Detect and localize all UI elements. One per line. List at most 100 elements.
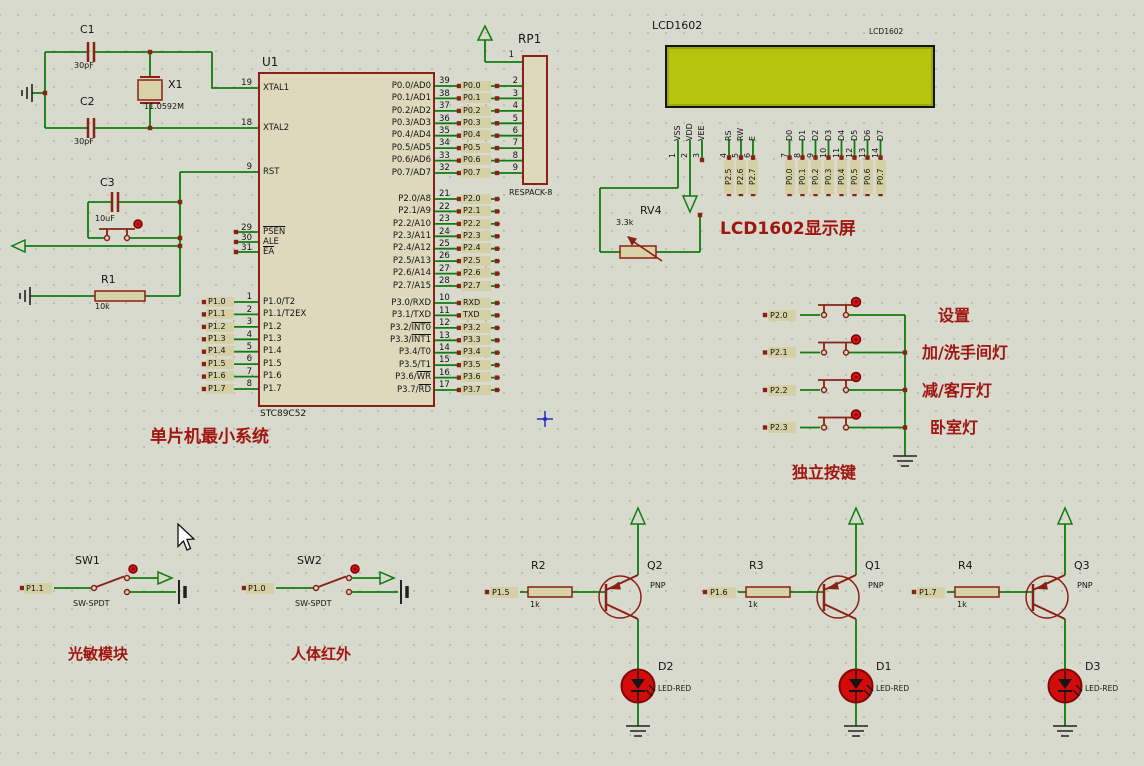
d2-led xyxy=(622,670,656,703)
lcd-pwr-pin-names: VSSVDDVEE xyxy=(672,111,708,141)
rv4-ref: RV4 xyxy=(640,205,662,216)
net-label-p2-0: P2.0 xyxy=(768,310,796,321)
lcd-inner-label: LCD1602 xyxy=(869,28,903,36)
d1-led xyxy=(840,670,874,703)
q2-transistor xyxy=(599,575,641,619)
c2-value: 30pF xyxy=(74,138,94,146)
mcu-p0-pin-names: P0.0/AD0P0.1/AD1P0.2/AD2P0.3/AD3P0.4/AD4… xyxy=(300,80,431,179)
r3-ref: R3 xyxy=(749,560,764,571)
power-up-arrow-icon xyxy=(478,26,492,40)
p2-net-labels: P2.0P2.1P2.2P2.3P2.4P2.5P2.6P2.7 xyxy=(461,193,491,292)
p3-net-labels: RXDTXDP3.2P3.3P3.4P3.5P3.6P3.7 xyxy=(461,297,491,396)
lcd-data-pin-nums: 7891011121314 xyxy=(778,143,882,158)
pot-body xyxy=(620,246,656,258)
d2-type: LED-RED xyxy=(658,685,691,693)
net-label-p1-0: P1.0 xyxy=(246,583,274,594)
ground-icon xyxy=(893,456,917,466)
ground-down-arrow-icon xyxy=(683,196,697,212)
resistor-r1-body xyxy=(95,291,145,301)
respack-ref: RP1 xyxy=(518,33,541,45)
lcd-ctl-pin-nums: 456 xyxy=(718,143,754,158)
q3-transistor xyxy=(1026,575,1068,619)
lcd-pwr-pin-nums: 123 xyxy=(667,143,703,158)
sw2-ref: SW2 xyxy=(297,555,322,566)
resistor-r2-body xyxy=(528,587,572,597)
net-label-p2-2: P2.2 xyxy=(768,385,796,396)
capacitor-c2-icon xyxy=(88,118,94,138)
power-left-arrow-icon xyxy=(12,240,25,252)
caption-lcd-screen: LCD1602显示屏 xyxy=(720,220,856,239)
r3-value: 1k xyxy=(748,601,758,609)
mcu-ctrl-pin-names: PSENALEEA xyxy=(263,227,285,257)
key-caption-2: 减/客厅灯 xyxy=(922,382,992,400)
rv4-potentiometer[interactable] xyxy=(620,236,662,261)
mcu-ctrl-pin-nums: 293031 xyxy=(234,227,252,257)
caption-pir: 人体红外 xyxy=(291,646,351,663)
lcd-data-pin-names: D0D1D2D3D4D5D6D7 xyxy=(783,111,887,141)
c2-ref: C2 xyxy=(80,96,95,107)
net-label-p2-3: P2.3 xyxy=(768,422,796,433)
power-up-arrow-icon xyxy=(849,508,863,524)
lcd-ctl-pin-names: RSRWE xyxy=(723,111,759,141)
lcd-title: LCD1602 xyxy=(652,20,702,31)
sw1-ref: SW1 xyxy=(75,555,100,566)
respack-part: RESPACK-8 xyxy=(509,189,552,197)
x1-value: 11.0592M xyxy=(144,103,184,111)
power-up-arrow-icon xyxy=(631,508,645,524)
ground-icon xyxy=(626,726,650,736)
mcu-p3-pin-names: P3.0/RXDP3.1/TXDP3.2/INT0P3.3/INT1P3.4/T… xyxy=(300,297,431,396)
pin-name-rst: RST xyxy=(263,168,280,177)
caption-keys: 独立按键 xyxy=(792,464,856,482)
pot-wiper-arrowhead-icon xyxy=(627,236,637,246)
c1-value: 30pF xyxy=(74,62,94,70)
mcu-p0-pin-nums: 3938373635343332 xyxy=(439,80,450,179)
pnp-arrow-icon xyxy=(609,582,621,590)
pin-num-rst: 9 xyxy=(236,163,252,172)
mouse-cursor-icon xyxy=(178,524,194,550)
mcu-p2-pin-names: P2.0/A8P2.1/A9P2.2/A10P2.3/A11P2.4/A12P2… xyxy=(300,193,431,292)
d3-type: LED-RED xyxy=(1085,685,1118,693)
power-up-arrow-icon xyxy=(1058,508,1072,524)
r2-value: 1k xyxy=(530,601,540,609)
r1-value: 10k xyxy=(95,303,110,311)
key-caption-3: 卧室灯 xyxy=(930,419,978,437)
p1-net-labels: P1.0P1.1P1.2P1.3P1.4P1.5P1.6P1.7 xyxy=(206,296,234,395)
pin-num-xtal1: 19 xyxy=(236,79,252,88)
d1-type: LED-RED xyxy=(876,685,909,693)
q1-ref: Q1 xyxy=(865,560,881,571)
origin-marker-icon xyxy=(537,411,553,427)
sw1-switch[interactable] xyxy=(92,565,138,595)
r2-ref: R2 xyxy=(531,560,546,571)
r4-value: 1k xyxy=(957,601,967,609)
c3-value: 10uF xyxy=(95,215,115,223)
sw1-part: SW-SPDT xyxy=(73,600,110,608)
d1-ref: D1 xyxy=(876,661,891,672)
crystal-body xyxy=(138,80,162,100)
pin-name-xtal1: XTAL1 xyxy=(263,84,289,93)
pin-num-xtal2: 18 xyxy=(236,119,252,128)
pnp-arrow-icon xyxy=(1036,582,1048,590)
respack-pin1-num: 1 xyxy=(500,51,514,60)
mcu-p2-pin-nums: 2122232425262728 xyxy=(439,193,450,292)
resistor-r3-body xyxy=(746,587,790,597)
p0-net-labels: P0.0P0.1P0.2P0.3P0.4P0.5P0.6P0.7 xyxy=(461,80,491,179)
mcu-p1-pin-nums: 12345678 xyxy=(234,296,252,395)
q1-type: PNP xyxy=(868,582,884,590)
ground-icon xyxy=(20,287,30,305)
rv4-value: 3.3k xyxy=(616,219,633,227)
r4-ref: R4 xyxy=(958,560,973,571)
pin-name-xtal2: XTAL2 xyxy=(263,124,289,133)
sw2-switch[interactable] xyxy=(314,565,360,595)
mcu-part: STC89C52 xyxy=(260,410,306,419)
respack-body[interactable] xyxy=(522,55,548,185)
caption-light-sensor: 光敏模块 xyxy=(68,646,128,663)
lcd-screen[interactable] xyxy=(665,45,935,108)
key-caption-1: 加/洗手间灯 xyxy=(922,344,1008,362)
d3-led xyxy=(1049,670,1083,703)
c3-ref: C3 xyxy=(100,177,115,188)
schematic-canvas: U1 STC89C52 XTAL1 19 XTAL2 18 RST 9 PSEN… xyxy=(0,0,1144,766)
ground-icon xyxy=(844,726,868,736)
net-label-p2-1: P2.1 xyxy=(768,347,796,358)
ground-symbols xyxy=(20,84,1077,736)
lcd-ctl-net-labels: P2.5P2.6P2.7 xyxy=(723,160,759,194)
